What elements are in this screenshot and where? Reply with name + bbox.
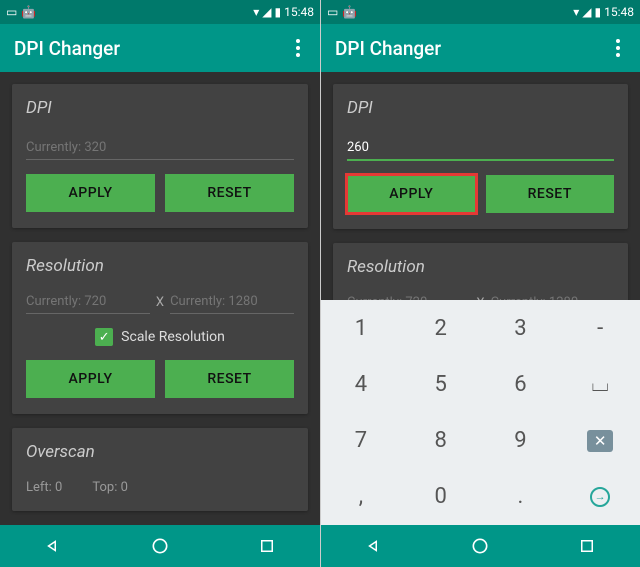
status-bar: ▭ 🤖 ▾ ◢ ▮ 15:48	[0, 0, 320, 24]
enter-icon: →	[590, 487, 610, 507]
dpi-title: DPI	[26, 98, 294, 118]
times-icon: X	[156, 295, 164, 314]
numeric-keyboard: 1 2 3 - 4 5 6 ⌴ 7 8 9 ✕ , 0 . →	[321, 300, 640, 525]
screenshot-right: ▭ 🤖 ▾ ◢ ▮ 15:48 DPI Changer DPI APPLY RE…	[320, 0, 640, 567]
android-icon: 🤖	[21, 5, 36, 19]
key-enter[interactable]: →	[560, 469, 640, 525]
dpi-input[interactable]	[26, 140, 294, 160]
nav-home-icon[interactable]	[149, 535, 171, 557]
res-apply-button[interactable]: APPLY	[26, 360, 155, 398]
overflow-menu-icon[interactable]	[290, 33, 306, 63]
key-8[interactable]: 8	[401, 413, 481, 469]
dpi-card: DPI APPLY RESET	[333, 84, 628, 229]
app-bar: DPI Changer	[321, 24, 640, 72]
key-backspace[interactable]: ✕	[560, 413, 640, 469]
nav-back-icon[interactable]	[363, 535, 385, 557]
app-title: DPI Changer	[335, 37, 441, 60]
content-area: DPI APPLY RESET Resolution X ✓ Scale Res…	[0, 72, 320, 525]
res-reset-button[interactable]: RESET	[165, 360, 294, 398]
key-0[interactable]: 0	[401, 469, 481, 525]
key-6[interactable]: 6	[481, 356, 561, 412]
battery-icon: ▮	[595, 5, 602, 19]
key-3[interactable]: 3	[481, 300, 561, 356]
key-1[interactable]: 1	[321, 300, 401, 356]
dpi-apply-button[interactable]: APPLY	[347, 175, 476, 213]
res-height-input[interactable]	[170, 294, 294, 314]
status-bar: ▭ 🤖 ▾ ◢ ▮ 15:48	[321, 0, 640, 24]
resolution-card: Resolution X ✓ Scale Resolution APPLY RE…	[12, 242, 308, 414]
key-9[interactable]: 9	[481, 413, 561, 469]
status-time: 15:48	[604, 5, 634, 19]
res-width-input[interactable]	[26, 294, 150, 314]
key-comma[interactable]: ,	[321, 469, 401, 525]
backspace-icon: ✕	[587, 430, 614, 452]
nav-bar	[321, 525, 640, 567]
scale-checkbox[interactable]: ✓	[95, 328, 113, 346]
key-minus[interactable]: -	[560, 300, 640, 356]
key-space[interactable]: ⌴	[560, 356, 640, 412]
key-4[interactable]: 4	[321, 356, 401, 412]
key-7[interactable]: 7	[321, 413, 401, 469]
nav-recent-icon[interactable]	[256, 535, 278, 557]
nav-home-icon[interactable]	[469, 535, 491, 557]
gallery-icon: ▭	[327, 5, 338, 19]
key-2[interactable]: 2	[401, 300, 481, 356]
nav-recent-icon[interactable]	[576, 535, 598, 557]
battery-icon: ▮	[275, 5, 282, 19]
nav-back-icon[interactable]	[42, 535, 64, 557]
gallery-icon: ▭	[6, 5, 17, 19]
overscan-title: Overscan	[26, 442, 294, 462]
wifi-icon: ▾	[253, 5, 259, 19]
dpi-card: DPI APPLY RESET	[12, 84, 308, 228]
key-5[interactable]: 5	[401, 356, 481, 412]
overscan-card: Overscan Left: 0 Top: 0	[12, 428, 308, 511]
wifi-icon: ▾	[573, 5, 579, 19]
app-bar: DPI Changer	[0, 24, 320, 72]
overflow-menu-icon[interactable]	[610, 33, 626, 63]
signal-icon: ◢	[262, 5, 271, 19]
dpi-title: DPI	[347, 98, 614, 118]
overscan-left: Left: 0	[26, 480, 62, 495]
overscan-top: Top: 0	[92, 480, 128, 495]
nav-bar	[0, 525, 320, 567]
dpi-reset-button[interactable]: RESET	[486, 175, 615, 213]
status-time: 15:48	[284, 5, 314, 19]
screenshot-left: ▭ 🤖 ▾ ◢ ▮ 15:48 DPI Changer DPI APPLY RE…	[0, 0, 320, 567]
android-icon: 🤖	[342, 5, 357, 19]
scale-label: Scale Resolution	[121, 329, 225, 345]
dpi-input[interactable]	[347, 140, 614, 161]
dpi-reset-button[interactable]: RESET	[165, 174, 294, 212]
key-dot[interactable]: .	[481, 469, 561, 525]
app-title: DPI Changer	[14, 37, 120, 60]
signal-icon: ◢	[582, 5, 591, 19]
resolution-title: Resolution	[347, 257, 614, 277]
resolution-title: Resolution	[26, 256, 294, 276]
dpi-apply-button[interactable]: APPLY	[26, 174, 155, 212]
